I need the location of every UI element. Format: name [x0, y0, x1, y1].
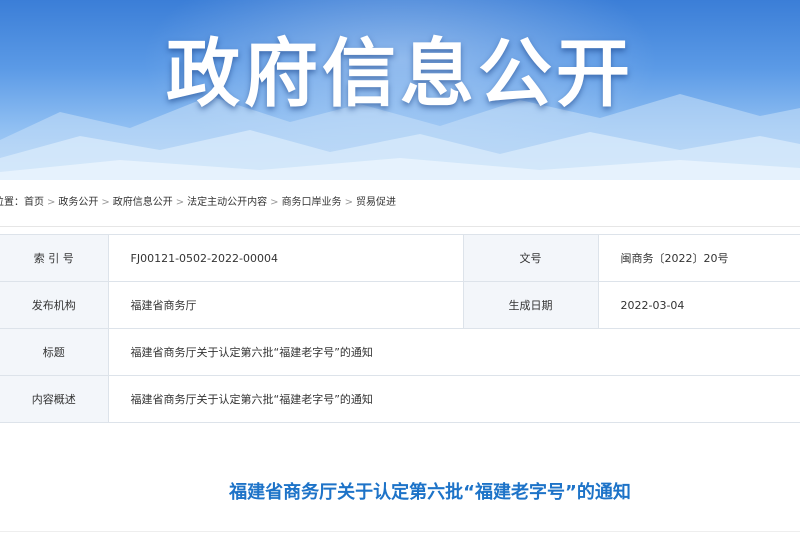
- breadcrumb-item-trade-promotion[interactable]: 贸易促进: [356, 197, 396, 208]
- meta-row: 索 引 号 FJ00121-0502-2022-00004 文号 闽商务〔202…: [0, 234, 800, 282]
- document-meta-table: 索 引 号 FJ00121-0502-2022-00004 文号 闽商务〔202…: [0, 234, 800, 423]
- title-label: 标题: [0, 328, 109, 376]
- document-number-label: 文号: [463, 234, 599, 282]
- generated-date-label: 生成日期: [463, 281, 599, 329]
- breadcrumb: 位置：首页>政务公开>政府信息公开>法定主动公开内容>商务口岸业务>贸易促进: [0, 180, 800, 227]
- breadcrumb-separator: >: [175, 197, 185, 208]
- breadcrumb-prefix: 位置：: [0, 197, 24, 208]
- breadcrumb-separator: >: [101, 197, 110, 208]
- breadcrumb-item-info-disclosure[interactable]: 政府信息公开: [113, 197, 173, 208]
- header-banner: 政府信息公开: [0, 0, 800, 180]
- index-number-value: FJ00121-0502-2022-00004: [108, 234, 464, 282]
- divider: [0, 531, 800, 532]
- meta-row: 发布机构 福建省商务厅 生成日期 2022-03-04: [0, 281, 800, 329]
- meta-row: 标题 福建省商务厅关于认定第六批“福建老字号”的通知: [0, 328, 800, 376]
- breadcrumb-item-statutory-content[interactable]: 法定主动公开内容: [187, 197, 267, 208]
- breadcrumb-separator: >: [47, 197, 56, 208]
- breadcrumb-item-port-business[interactable]: 商务口岸业务: [282, 197, 342, 208]
- banner-title: 政府信息公开: [166, 31, 634, 117]
- breadcrumb-separator: >: [270, 197, 279, 208]
- publisher-value: 福建省商务厅: [108, 281, 464, 329]
- summary-value: 福建省商务厅关于认定第六批“福建老字号”的通知: [108, 375, 800, 423]
- index-number-label: 索 引 号: [0, 234, 109, 282]
- breadcrumb-item-home[interactable]: 首页: [24, 197, 44, 208]
- meta-row: 内容概述 福建省商务厅关于认定第六批“福建老字号”的通知: [0, 375, 800, 423]
- document-number-value: 闽商务〔2022〕20号: [598, 234, 800, 282]
- publisher-label: 发布机构: [0, 281, 109, 329]
- article-title: 福建省商务厅关于认定第六批“福建老字号”的通知: [229, 482, 631, 503]
- breadcrumb-separator: >: [344, 197, 353, 208]
- breadcrumb-item-gov-affairs[interactable]: 政务公开: [58, 197, 98, 208]
- summary-label: 内容概述: [0, 375, 109, 423]
- generated-date-value: 2022-03-04: [598, 281, 800, 329]
- title-value: 福建省商务厅关于认定第六批“福建老字号”的通知: [108, 328, 800, 376]
